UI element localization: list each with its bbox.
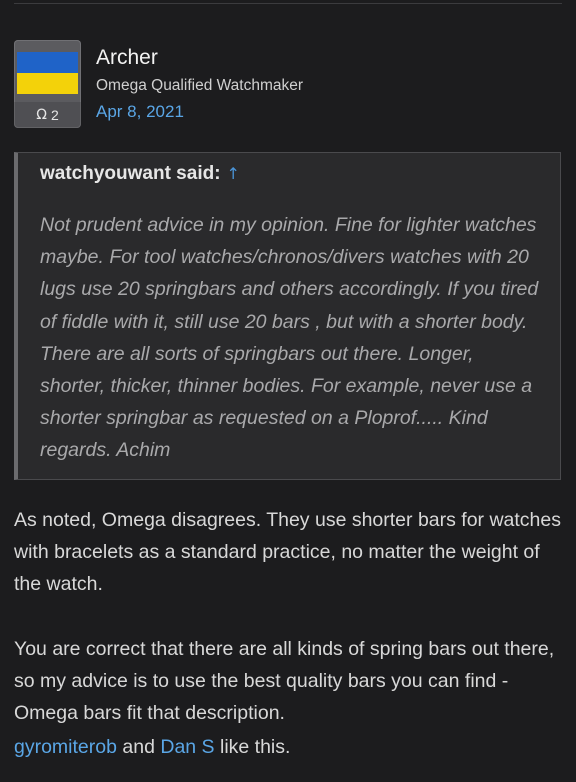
post-paragraph: As noted, Omega disagrees. They use shor… xyxy=(14,509,561,595)
omega-icon: Ω xyxy=(36,107,47,123)
author-name[interactable]: Archer xyxy=(96,46,158,70)
liker-link[interactable]: gyromiterob xyxy=(14,736,117,758)
post-header: Ω 2 Archer Omega Qualified Watchmaker Ap… xyxy=(14,40,562,132)
author-title: Omega Qualified Watchmaker xyxy=(96,77,304,94)
quote-text: Not prudent advice in my opinion. Fine f… xyxy=(40,214,539,462)
liker-link[interactable]: Dan S xyxy=(160,736,214,758)
jump-to-quote-arrow-icon[interactable]: ↑ xyxy=(227,164,240,183)
likes-bar: gyromiterob and Dan S like this. xyxy=(14,736,290,759)
likes-and: and xyxy=(122,736,155,758)
top-divider xyxy=(14,3,562,4)
ukraine-flag-icon xyxy=(17,52,78,94)
post-date[interactable]: Apr 8, 2021 xyxy=(96,102,184,122)
post-paragraph: You are correct that there are all kinds… xyxy=(14,638,555,724)
avatar[interactable]: Ω 2 xyxy=(14,40,81,128)
badge-count: 2 xyxy=(50,107,59,123)
quote-author[interactable]: watchyouwant said: xyxy=(40,163,221,184)
reaction-badge: Ω 2 xyxy=(14,102,81,128)
quote-header: watchyouwant said: ↑ xyxy=(40,163,240,185)
post-body: As noted, Omega disagrees. They use shor… xyxy=(14,504,566,729)
quote-block: watchyouwant said: ↑ Not prudent advice i… xyxy=(14,152,561,480)
likes-suffix: like this. xyxy=(219,736,291,758)
